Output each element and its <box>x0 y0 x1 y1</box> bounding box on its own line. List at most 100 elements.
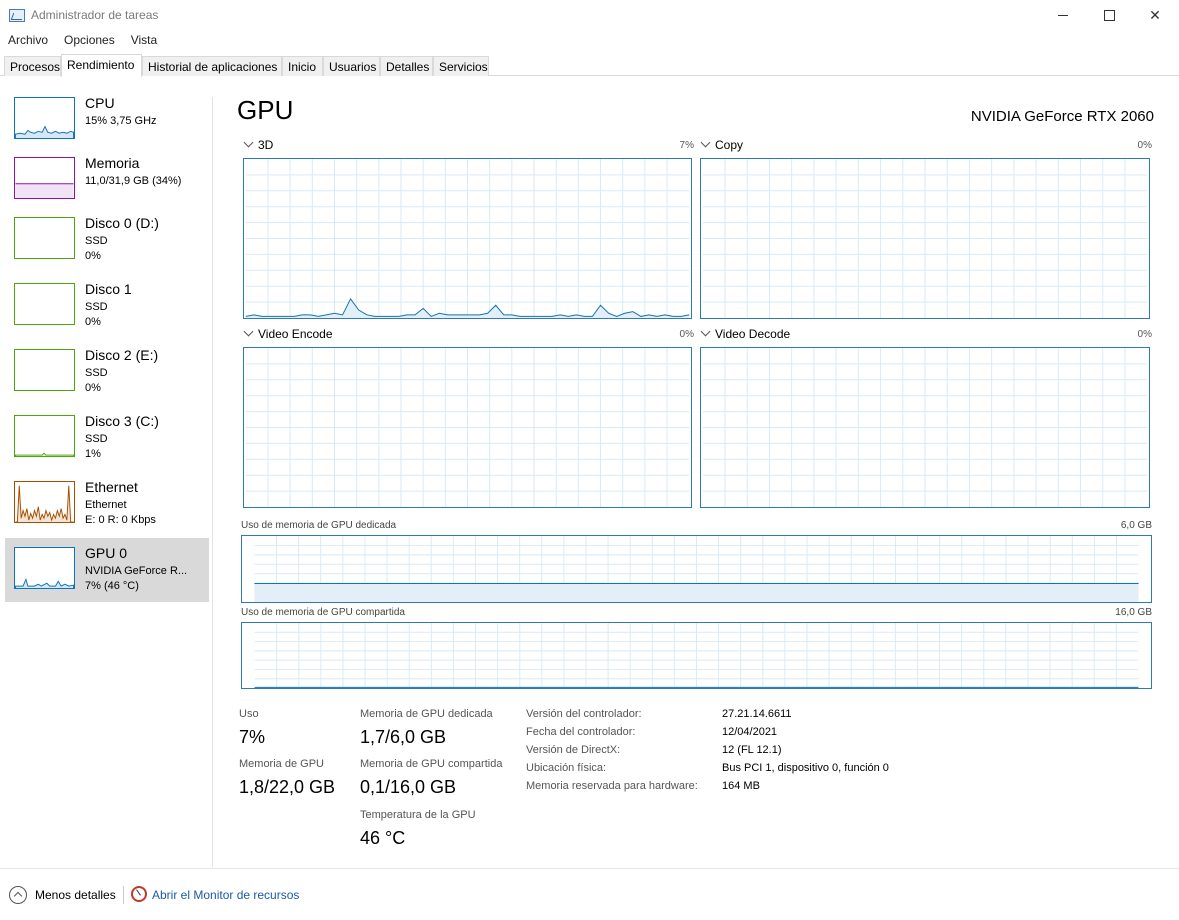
footer-separator <box>123 886 124 904</box>
sidebar-name: Memoria <box>85 155 140 171</box>
tab-detalles[interactable]: Detalles <box>380 56 433 76</box>
engine-max: 7% <box>679 140 694 151</box>
tab-usuarios[interactable]: Usuarios <box>323 56 380 76</box>
menu-opciones[interactable]: Opciones <box>56 31 123 51</box>
engine-selector-3d[interactable]: 3D <box>243 137 274 152</box>
sidebar-detail: Ethernet <box>85 499 127 511</box>
engine-label: Copy <box>715 138 744 152</box>
sidebar-name: CPU <box>85 95 115 111</box>
menu-bar: Archivo Opciones Vista <box>0 31 165 51</box>
info-value: 164 MB <box>722 780 760 792</box>
engine-max: 0% <box>1137 329 1152 340</box>
disk-thumbnail <box>14 349 75 391</box>
tab-bar: Procesos Rendimiento Historial de aplica… <box>0 54 1179 77</box>
sidebar-detail-2: 0% <box>85 250 101 262</box>
gpu-mem-value: 1,8/22,0 GB <box>239 777 336 797</box>
engine-selector-copy[interactable]: Copy <box>700 137 744 152</box>
engine-selector-video-encode[interactable]: Video Encode <box>243 326 333 341</box>
graph-3d <box>243 158 692 319</box>
memory-fill <box>254 583 1139 602</box>
maximize-button[interactable] <box>1086 0 1132 30</box>
sidebar-item-cpu[interactable]: CPU 15% 3,75 GHz <box>5 88 209 152</box>
sidebar-name: Disco 2 (E:) <box>85 347 159 363</box>
sidebar-item-disco-2[interactable]: Disco 2 (E:) SSD 0% <box>5 340 209 404</box>
info-label: Ubicación física: <box>526 762 607 774</box>
tab-rendimiento[interactable]: Rendimiento <box>61 54 142 77</box>
sidebar-detail-2: 0% <box>85 316 101 328</box>
temp-value: 46 °C <box>360 828 406 848</box>
dedicated-label: Memoria de GPU dedicada <box>360 708 493 720</box>
sidebar-item-disco-3[interactable]: Disco 3 (C:) SSD 1% <box>5 406 209 470</box>
chevron-down-icon <box>243 137 254 148</box>
chevron-down-icon <box>243 326 254 337</box>
close-button[interactable]: ✕ <box>1132 0 1178 30</box>
menu-vista[interactable]: Vista <box>123 31 165 51</box>
page-title: GPU <box>237 95 294 125</box>
sidebar-detail: 11,0/31,9 GB (34%) <box>85 175 182 187</box>
info-label: Fecha del controlador: <box>526 726 636 738</box>
info-label: Memoria reservada para hardware: <box>526 780 698 792</box>
sidebar-name: Disco 1 <box>85 281 132 297</box>
dedicated-value: 1,7/6,0 GB <box>360 727 447 747</box>
info-value: 27.21.14.6611 <box>722 708 792 720</box>
sidebar-detail-2: 7% (46 °C) <box>85 580 139 592</box>
sidebar-item-disco-1[interactable]: Disco 1 SSD 0% <box>5 274 209 338</box>
sidebar-detail: NVIDIA GeForce R... <box>85 565 188 577</box>
gpu-model-name: NVIDIA GeForce RTX 2060 <box>970 108 1154 125</box>
engine-max: 0% <box>679 329 694 340</box>
dedicated-mem-label: Uso de memoria de GPU dedicada <box>241 520 397 531</box>
chevron-down-icon <box>700 326 711 337</box>
chevron-down-icon <box>700 137 711 148</box>
performance-sidebar: CPU 15% 3,75 GHz Memoria 11,0/31,9 GB (3… <box>0 77 213 867</box>
tab-historial[interactable]: Historial de aplicaciones <box>142 56 282 76</box>
sidebar-name: Disco 3 (C:) <box>85 413 159 429</box>
disk-thumbnail <box>14 217 75 259</box>
sidebar-item-ethernet[interactable]: Ethernet Ethernet E: 0 R: 0 Kbps <box>5 472 209 536</box>
tab-procesos[interactable]: Procesos <box>4 56 61 76</box>
gpu-mem-label: Memoria de GPU <box>239 758 324 770</box>
menu-archivo[interactable]: Archivo <box>0 31 56 51</box>
sidebar-detail-2: 0% <box>85 382 101 394</box>
footer: Menos detalles Abrir el Monitor de recur… <box>0 868 1179 920</box>
ethernet-thumbnail <box>14 481 75 523</box>
dedicated-mem-max: 6,0 GB <box>1120 520 1152 531</box>
sidebar-detail-2: 1% <box>85 448 101 460</box>
resource-monitor-link[interactable]: Abrir el Monitor de recursos <box>152 888 299 902</box>
shared-mem-label: Uso de memoria de GPU compartida <box>241 607 405 618</box>
shared-mem-max: 16,0 GB <box>1115 607 1152 618</box>
less-details-button[interactable]: Menos detalles <box>35 888 116 902</box>
sidebar-detail: SSD <box>85 235 108 247</box>
info-label: Versión de DirectX: <box>526 744 621 756</box>
sidebar-detail: SSD <box>85 367 108 379</box>
tab-servicios[interactable]: Servicios <box>433 56 489 76</box>
task-manager-icon <box>9 9 25 22</box>
gpu-thumbnail <box>14 547 75 589</box>
sidebar-item-memoria[interactable]: Memoria 11,0/31,9 GB (34%) <box>5 148 209 212</box>
info-label: Versión del controlador: <box>526 708 642 720</box>
minimize-button[interactable] <box>1040 0 1086 30</box>
sidebar-name: Ethernet <box>85 479 138 495</box>
info-value: Bus PCI 1, dispositivo 0, función 0 <box>722 762 889 774</box>
graph-copy <box>700 158 1150 319</box>
sidebar-detail: 15% 3,75 GHz <box>85 115 157 127</box>
engine-selector-video-decode[interactable]: Video Decode <box>700 326 790 341</box>
title-bar: Administrador de tareas ✕ <box>0 0 1179 30</box>
cpu-thumbnail <box>14 97 75 139</box>
sidebar-item-disco-0[interactable]: Disco 0 (D:) SSD 0% <box>5 208 209 272</box>
disk-thumbnail <box>14 415 75 457</box>
sidebar-item-gpu-0[interactable]: GPU 0 NVIDIA GeForce R... 7% (46 °C) <box>5 538 209 602</box>
engine-label: 3D <box>258 138 274 152</box>
chevron-up-circle-icon[interactable] <box>9 886 27 904</box>
sidebar-detail: SSD <box>85 433 108 445</box>
sidebar-name: GPU 0 <box>85 545 128 561</box>
resource-monitor-icon[interactable] <box>131 886 147 902</box>
shared-label: Memoria de GPU compartida <box>360 758 503 770</box>
memory-thumbnail <box>14 157 75 199</box>
sidebar-detail: SSD <box>85 301 108 313</box>
window-title: Administrador de tareas <box>31 8 159 22</box>
tab-inicio[interactable]: Inicio <box>282 56 323 76</box>
sidebar-detail-2: E: 0 R: 0 Kbps <box>85 514 156 526</box>
engine-label: Video Encode <box>258 327 333 341</box>
temp-label: Temperatura de la GPU <box>360 809 476 821</box>
uso-value: 7% <box>239 727 266 747</box>
